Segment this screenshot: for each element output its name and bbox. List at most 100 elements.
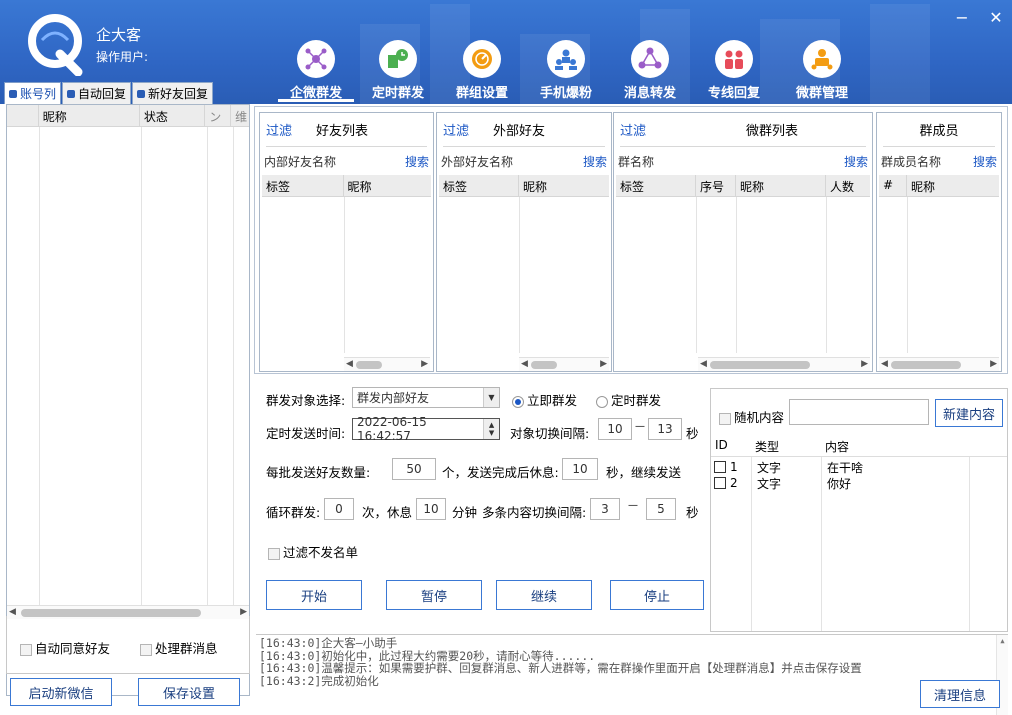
friends-filter-link[interactable]: 过滤: [266, 120, 292, 139]
continue-button[interactable]: 继续: [496, 580, 592, 610]
log-line: [16:43:0]企大客—小助手: [259, 636, 398, 650]
users-icon: [547, 40, 585, 78]
col-tag[interactable]: 标签: [439, 175, 519, 196]
content-row[interactable]: 2 文字 你好: [711, 475, 1007, 491]
loop-rest-input[interactable]: 10: [416, 498, 446, 520]
nav-item-2[interactable]: 群组设置: [444, 36, 520, 102]
external-filter-link[interactable]: 过滤: [443, 120, 469, 139]
friends-hscroll[interactable]: ◀ ▶: [344, 357, 430, 371]
col-blank: [7, 105, 39, 126]
batch-size-input[interactable]: 50: [392, 458, 436, 480]
pause-button[interactable]: 暂停: [386, 580, 482, 610]
multi-to-input[interactable]: 5: [646, 498, 676, 520]
nav-label: 定时群发: [371, 86, 424, 101]
external-title-bar: 过滤 外部好友: [443, 113, 605, 147]
col-id[interactable]: ID: [711, 435, 751, 456]
external-panel: 过滤 外部好友 外部好友名称 搜索 标签 昵称 ◀ ▶: [436, 112, 612, 372]
content-input[interactable]: [789, 399, 929, 425]
minimize-button[interactable]: −: [952, 8, 972, 27]
nav-item-6[interactable]: 微群管理: [784, 36, 860, 102]
radio-dot: [512, 395, 524, 408]
operator-label: 操作用户:: [96, 50, 149, 64]
row-checkbox[interactable]: [714, 477, 726, 489]
switch-to-input[interactable]: 13: [648, 418, 682, 440]
col-nickname[interactable]: 昵称: [344, 175, 431, 196]
groups-hscroll[interactable]: ◀ ▶: [698, 357, 870, 371]
multi-from-input[interactable]: 3: [590, 498, 620, 520]
col-nickname[interactable]: 昵称: [519, 175, 609, 196]
clear-log-button[interactable]: 清理信息: [920, 680, 1000, 708]
start-button[interactable]: 开始: [266, 580, 362, 610]
log-panel[interactable]: [16:43:0]企大客—小助手 [16:43:0]初始化中，此过程大约需要20秒…: [256, 634, 1008, 715]
nav-item-5[interactable]: 专线回复: [696, 36, 772, 102]
members-search-label: 群成员名称: [881, 154, 942, 169]
external-search-button[interactable]: 搜索: [583, 153, 607, 170]
spinner-icon[interactable]: ▲ ▼: [483, 419, 499, 439]
members-search-button[interactable]: 搜索: [973, 153, 997, 170]
content-row[interactable]: 1 文字 在干啥: [711, 459, 1007, 475]
switch-label: 对象切换间隔:: [510, 426, 590, 441]
col-nickname[interactable]: 昵称: [907, 175, 999, 196]
col-nickname[interactable]: 昵称: [39, 105, 140, 126]
groups-grid-header: 标签 序号 昵称 人数: [616, 175, 870, 197]
nav-item-4[interactable]: 消息转发: [612, 36, 688, 102]
loop-count-input[interactable]: 0: [324, 498, 354, 520]
col-index[interactable]: 序号: [696, 175, 736, 196]
col-type[interactable]: 类型: [751, 435, 821, 456]
loop-mid-text: 次，休息: [362, 505, 413, 520]
send-time-picker[interactable]: 2022-06-15 16:42:57 ▲ ▼: [352, 415, 500, 443]
col-content[interactable]: 内容: [821, 435, 1001, 456]
multi-dash: —: [628, 500, 638, 511]
nav-item-1[interactable]: 定时群发: [360, 36, 436, 102]
tab-dot-icon: [67, 89, 76, 98]
groups-search-row: 群名称 搜索: [614, 147, 872, 175]
col-extra[interactable]: ン: [205, 105, 232, 126]
save-settings-button[interactable]: 保存设置: [138, 678, 240, 706]
tab-new-friend-reply[interactable]: 新好友回复: [132, 82, 214, 104]
col-tag[interactable]: 标签: [262, 175, 344, 196]
row-checkbox[interactable]: [714, 461, 726, 473]
members-hscroll[interactable]: ◀ ▶: [879, 357, 999, 371]
dial-icon: [463, 40, 501, 78]
checkbox-label: 处理群消息: [155, 641, 218, 656]
col-extra2[interactable]: 维: [231, 105, 249, 126]
start-new-wechat-button[interactable]: 启动新微信: [10, 678, 112, 706]
groups-filter-link[interactable]: 过滤: [620, 120, 646, 139]
people-icon: [715, 40, 753, 78]
target-select[interactable]: 群发内部好友 ▼: [352, 387, 500, 408]
col-nickname[interactable]: 昵称: [736, 175, 826, 196]
radio-send-timed[interactable]: 定时群发: [596, 390, 661, 409]
close-button[interactable]: ✕: [986, 8, 1006, 27]
filter-blacklist-checkbox[interactable]: 过滤不发名单: [268, 542, 358, 561]
handle-group-checkbox[interactable]: 处理群消息: [140, 638, 218, 657]
rest-seconds-input[interactable]: 10: [562, 458, 598, 480]
random-content-checkbox[interactable]: 随机内容: [719, 407, 784, 426]
external-hscroll[interactable]: ◀ ▶: [519, 357, 609, 371]
external-grid-body[interactable]: [439, 197, 609, 353]
multi-unit: 秒: [686, 505, 699, 520]
col-hash[interactable]: #: [879, 175, 907, 196]
stop-button[interactable]: 停止: [610, 580, 704, 610]
log-line: [16:43:2]完成初始化: [259, 673, 379, 688]
chevron-down-icon[interactable]: ▼: [483, 388, 499, 407]
switch-from-input[interactable]: 10: [598, 418, 632, 440]
col-tag[interactable]: 标签: [616, 175, 696, 196]
account-grid[interactable]: 昵称 状态 ン 维 ◀ ▶: [6, 104, 250, 696]
nav-item-3[interactable]: 手机爆粉: [528, 36, 604, 102]
groups-panel: 过滤 微群列表 群名称 搜索 标签 序号 昵称 人数 ◀ ▶: [613, 112, 873, 372]
members-grid-body[interactable]: [879, 197, 999, 353]
new-content-button[interactable]: 新建内容: [935, 399, 1003, 427]
radio-send-now[interactable]: 立即群发: [512, 390, 577, 409]
nav-item-0[interactable]: 企微群发: [278, 36, 354, 102]
content-grid[interactable]: ID 类型 内容 1 文字 在干啥 2 文字 你好: [711, 435, 1007, 631]
col-count[interactable]: 人数: [826, 175, 870, 196]
friends-grid-body[interactable]: [262, 197, 431, 353]
col-status[interactable]: 状态: [140, 105, 206, 126]
auto-agree-checkbox[interactable]: 自动同意好友: [20, 638, 110, 657]
friends-search-button[interactable]: 搜索: [405, 153, 429, 170]
tab-auto-reply[interactable]: 自动回复: [62, 82, 132, 104]
checkbox-box: [719, 412, 731, 425]
groups-grid-body[interactable]: [616, 197, 870, 353]
tab-account-list[interactable]: 账号列: [4, 82, 62, 104]
groups-search-button[interactable]: 搜索: [844, 153, 868, 170]
